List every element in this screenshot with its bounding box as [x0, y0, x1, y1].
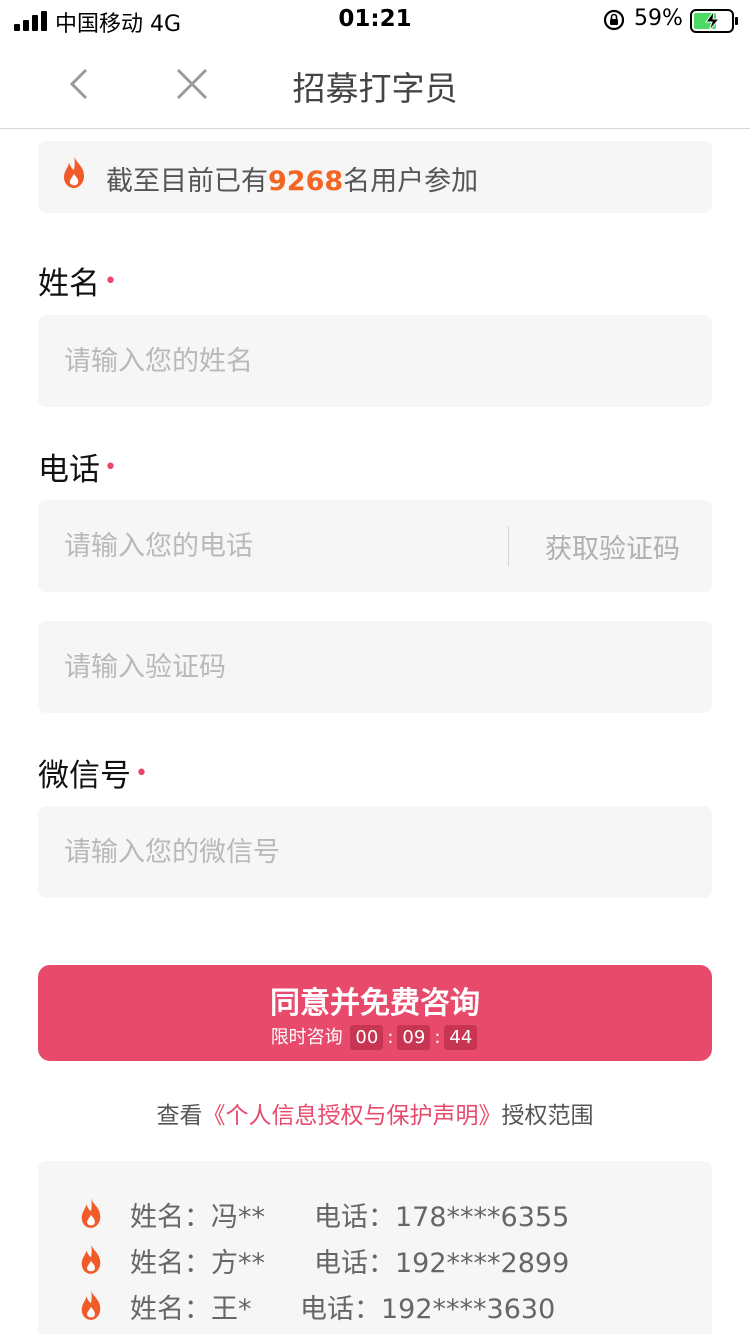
- phone-label: 电话 •: [38, 444, 117, 489]
- wechat-field-container: [38, 806, 712, 898]
- nav-bar: 招募打字员: [0, 42, 750, 129]
- list-item: 姓名：方** 电话：192****2899: [81, 1241, 569, 1280]
- countdown-seconds: 44: [444, 1025, 478, 1050]
- code-field-container: [38, 621, 712, 713]
- countdown-row: 限时咨询 00:09:44: [38, 1023, 712, 1050]
- wechat-input[interactable]: [38, 806, 712, 898]
- wechat-label: 微信号 •: [38, 750, 148, 795]
- agreement-line: 查看《个人信息授权与保护声明》授权范围: [0, 1096, 750, 1130]
- wechat-label-text: 微信号: [38, 758, 131, 794]
- fire-icon: [81, 1244, 101, 1274]
- record-phone: 电话：192****2899: [314, 1248, 570, 1279]
- required-mark: •: [135, 761, 148, 786]
- phone-label-text: 电话: [38, 452, 100, 488]
- field-divider: [508, 526, 509, 566]
- limit-text: 限时咨询: [270, 1027, 343, 1048]
- countdown-minutes: 09: [397, 1025, 431, 1050]
- record-name: 姓名：冯**: [130, 1202, 265, 1233]
- privacy-statement-link[interactable]: 《个人信息授权与保护声明》: [203, 1103, 502, 1129]
- phone-field-container: 获取验证码: [38, 500, 712, 592]
- name-input[interactable]: [38, 315, 712, 407]
- record-phone: 电话：178****6355: [314, 1202, 570, 1233]
- phone-input[interactable]: [38, 500, 508, 592]
- list-item: 姓名：王* 电话：192****3630: [81, 1287, 555, 1326]
- notice-prefix: 截至目前已有: [106, 166, 268, 197]
- participant-notice: 截至目前已有9268名用户参加: [38, 141, 712, 213]
- list-item: 姓名：冯** 电话：178****6355: [81, 1195, 569, 1234]
- countdown-hours: 00: [350, 1025, 384, 1050]
- submit-button[interactable]: 同意并免费咨询 限时咨询 00:09:44: [38, 965, 712, 1061]
- fire-icon: [81, 1290, 101, 1320]
- fire-icon: [64, 156, 84, 188]
- page-title: 招募打字员: [292, 69, 458, 108]
- required-mark: •: [104, 269, 117, 294]
- name-label-text: 姓名: [38, 266, 100, 302]
- record-phone: 电话：192****3630: [300, 1294, 556, 1325]
- required-mark: •: [104, 455, 117, 480]
- code-input[interactable]: [38, 621, 712, 713]
- signup-records: 姓名：冯** 电话：178****6355 姓名：方** 电话：192****2…: [38, 1161, 712, 1334]
- agreement-suffix: 授权范围: [501, 1103, 594, 1129]
- record-name: 姓名：王*: [130, 1294, 252, 1325]
- record-name: 姓名：方**: [130, 1248, 265, 1279]
- battery-charging-icon: [690, 9, 738, 33]
- submit-button-label: 同意并免费咨询: [270, 986, 480, 1021]
- agreement-prefix: 查看: [156, 1103, 203, 1129]
- battery-percent: 59%: [634, 6, 683, 31]
- participant-count: 9268: [268, 166, 344, 197]
- rotation-lock-icon: [603, 9, 625, 31]
- name-label: 姓名 •: [38, 258, 117, 303]
- participant-count-text: 截至目前已有9268名用户参加: [106, 159, 478, 198]
- status-bar: 中国移动 4G 01:21 59%: [0, 0, 750, 42]
- notice-suffix: 名用户参加: [343, 166, 479, 197]
- name-field-container: [38, 315, 712, 407]
- fire-icon: [81, 1198, 101, 1228]
- get-code-button[interactable]: 获取验证码: [545, 527, 680, 566]
